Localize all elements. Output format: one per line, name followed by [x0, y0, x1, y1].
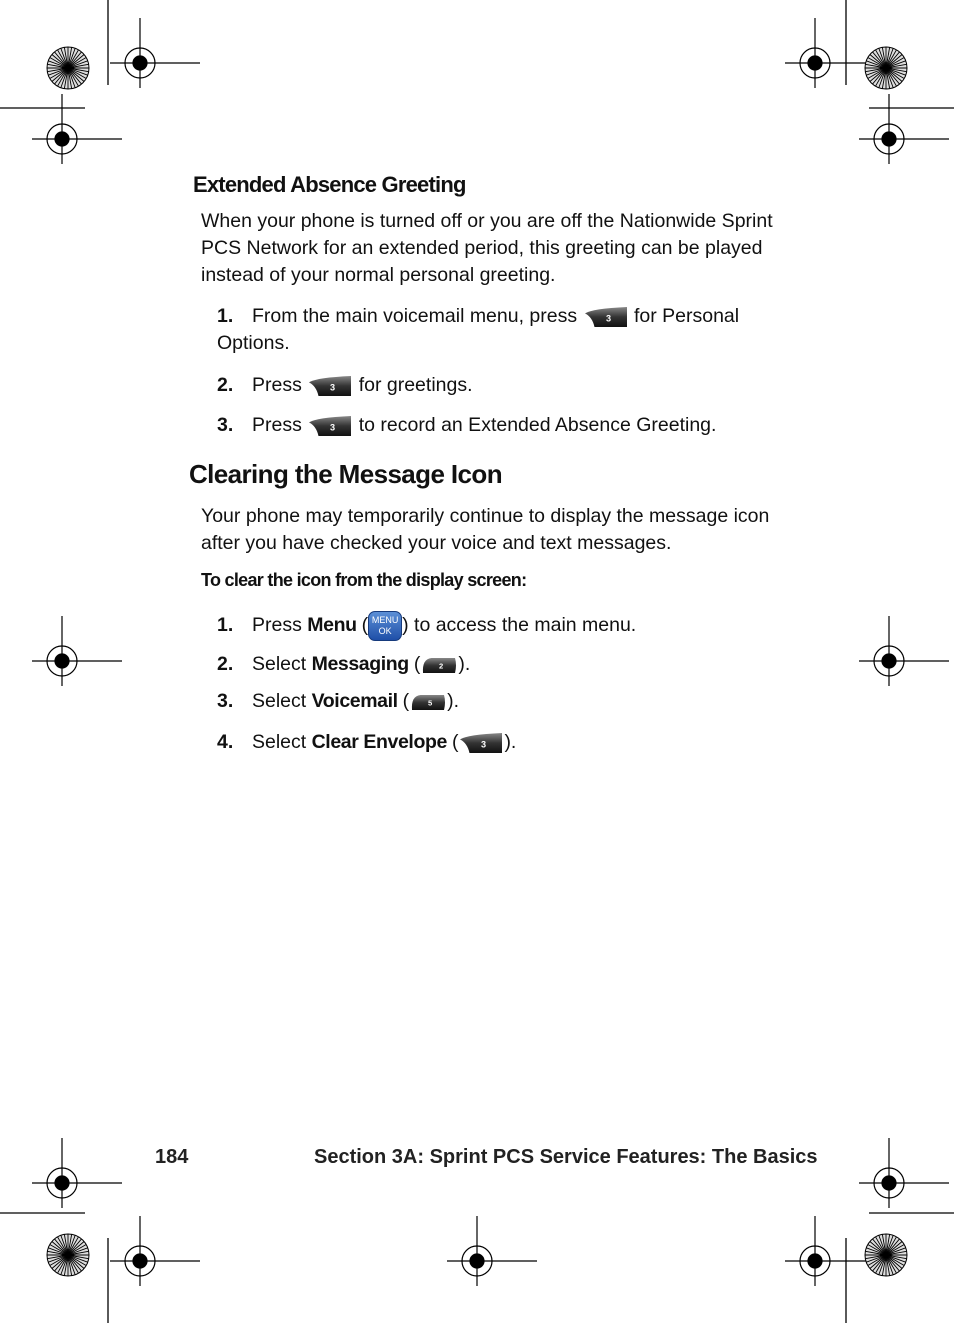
svg-text:3: 3 [606, 313, 611, 323]
menu-ok-key-icon: MENU OK [368, 611, 403, 641]
step-text: Select [252, 690, 307, 712]
step-number: 3. [217, 690, 234, 712]
registration-target-icon [859, 1138, 949, 1208]
step-text: Press [252, 414, 302, 436]
step-number: 4. [217, 731, 234, 753]
heading-extended-absence-greeting: Extended Absence Greeting [193, 172, 466, 197]
registration-target-icon [110, 1216, 200, 1286]
step-text: Select [252, 731, 307, 753]
step-1: 1. Press Menu (MENU OK) to access the main… [217, 611, 777, 641]
registration-target-icon [785, 18, 875, 88]
registration-target-icon [32, 94, 122, 164]
step-text: Press [252, 374, 302, 396]
registration-target-icon [859, 94, 949, 164]
step-4: 4. Select Clear Envelope (3). [217, 729, 777, 756]
step-text: ). [447, 690, 460, 712]
registration-target-icon [110, 18, 200, 88]
key-3-icon: 3 [307, 374, 353, 398]
star-target-icon [864, 1233, 908, 1277]
key-2-icon: 2 [420, 655, 458, 675]
star-target-icon [46, 1233, 90, 1277]
registration-target-icon [32, 1138, 122, 1208]
step-text: ) to access the main menu. [402, 614, 637, 637]
menu-label: Menu [307, 614, 362, 637]
clearing-intro: Your phone may temporarily continue to d… [201, 505, 770, 554]
key-5-icon: 5 [409, 692, 447, 712]
step-text: Press [252, 614, 302, 637]
step-number: 3. [217, 414, 234, 436]
step-text: Select [252, 653, 307, 675]
section-title: Section 3A: Sprint PCS Service Features:… [314, 1146, 818, 1168]
step-1: 1. From the main voicemail menu, press 3 … [217, 303, 777, 357]
svg-text:3: 3 [330, 382, 335, 392]
registration-target-icon [785, 1216, 875, 1286]
clear-envelope-label: Clear Envelope [311, 731, 452, 753]
svg-text:3: 3 [481, 739, 486, 749]
step-number: 2. [217, 374, 234, 396]
key-3-icon: 3 [583, 305, 629, 329]
step-number: 1. [217, 614, 234, 637]
star-target-icon [864, 46, 908, 90]
step-2: 2. Select Messaging (2). [217, 651, 777, 678]
step-number: 1. [217, 305, 234, 327]
messaging-label: Messaging [311, 653, 414, 675]
step-text: for greetings. [358, 374, 473, 396]
step-text: ). [504, 731, 517, 753]
subheading: To clear the icon from the display scree… [201, 570, 527, 590]
step-3: 3. Select Voicemail (5). [217, 688, 777, 715]
step-text: ). [458, 653, 471, 675]
step-3: 3. Press 3 to record an Extended Absence … [217, 412, 777, 439]
key-3-icon: 3 [458, 731, 504, 755]
step-text: to record an Extended Absence Greeting. [358, 414, 717, 436]
step-text: From the main voicemail menu, press [252, 305, 578, 327]
voicemail-label: Voicemail [311, 690, 403, 712]
svg-text:2: 2 [439, 661, 443, 670]
heading-clearing-message-icon: Clearing the Message Icon [189, 459, 503, 489]
registration-target-icon [447, 1216, 537, 1286]
extended-absence-intro: When your phone is turned off or you are… [201, 210, 773, 286]
registration-target-icon [859, 616, 949, 686]
star-target-icon [46, 46, 90, 90]
step-2: 2. Press 3 for greetings. [217, 372, 777, 399]
step-number: 2. [217, 653, 234, 675]
svg-text:3: 3 [330, 422, 335, 432]
key-3-icon: 3 [307, 414, 353, 438]
registration-target-icon [32, 616, 122, 686]
page-number: 184 [155, 1146, 189, 1168]
